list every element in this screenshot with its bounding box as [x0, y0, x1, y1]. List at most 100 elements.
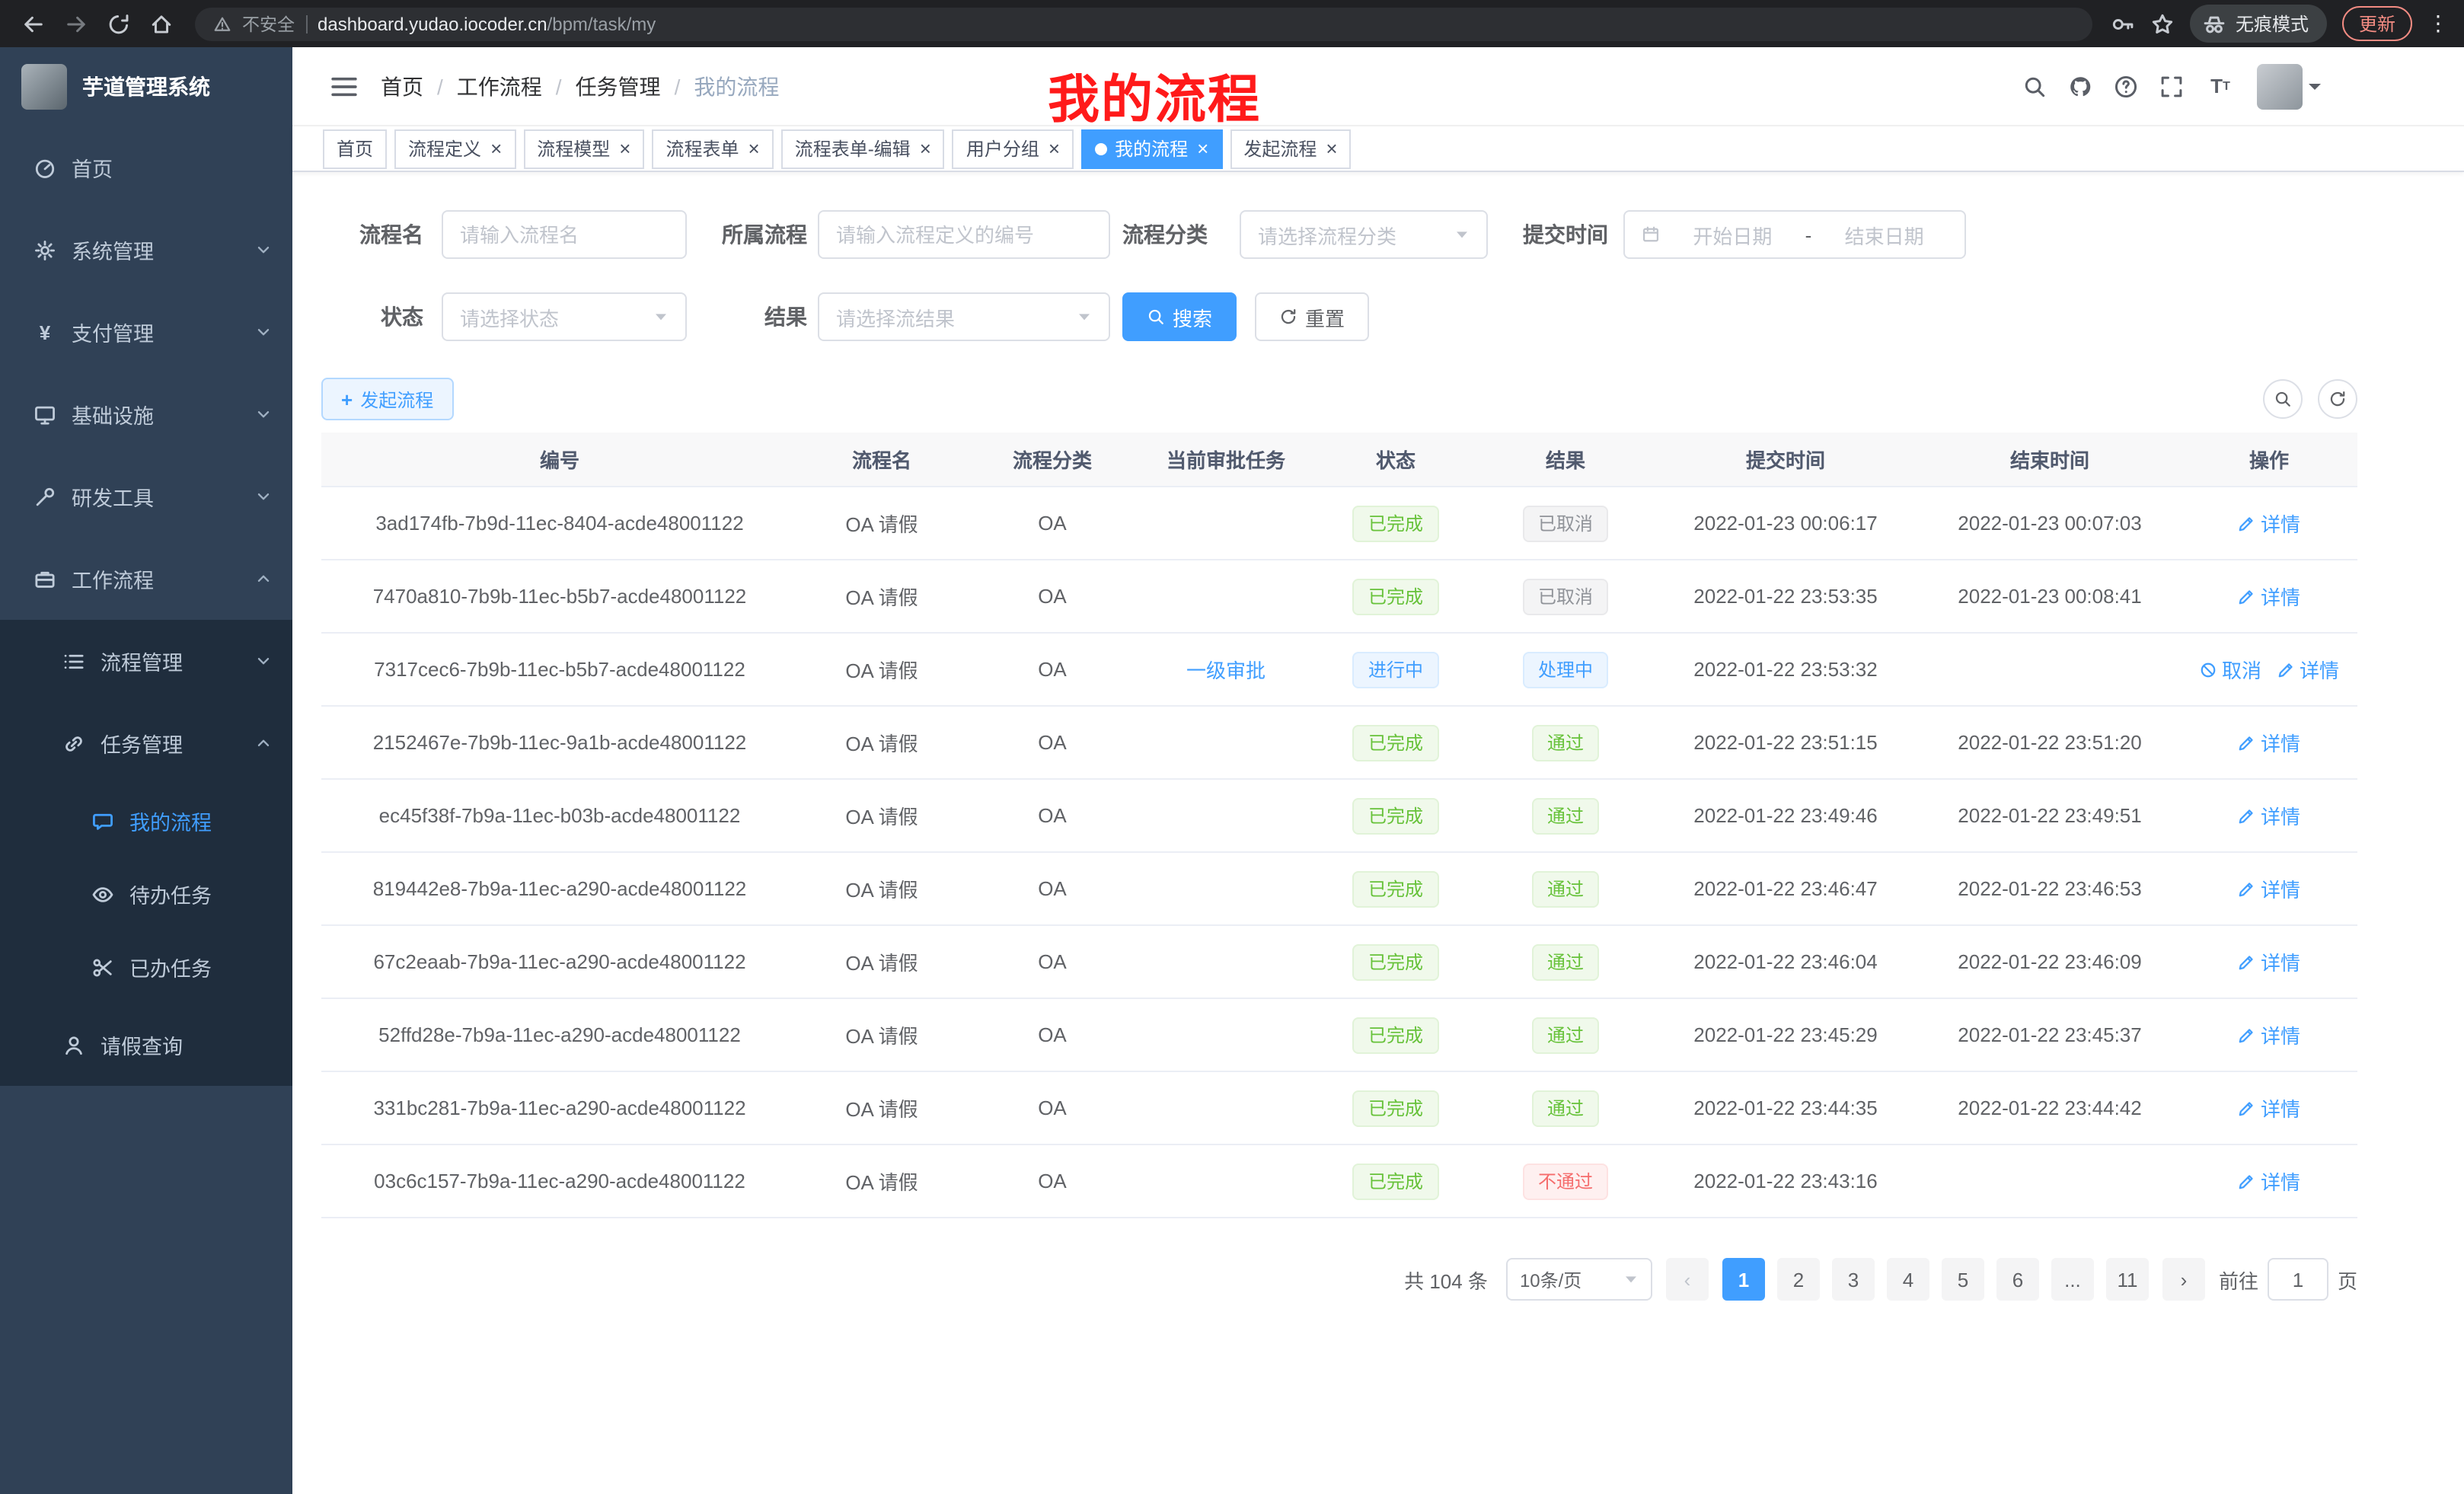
tab-5[interactable]: 用户分组× — [953, 129, 1074, 168]
sidebar-item-system[interactable]: 系统管理 — [0, 209, 292, 291]
close-icon[interactable]: × — [748, 139, 760, 158]
font-size-icon[interactable]: TT — [2205, 74, 2236, 98]
page-button-6[interactable]: 6 — [1996, 1258, 2039, 1301]
cell-category: OA — [965, 1097, 1139, 1119]
tab-2[interactable]: 流程模型× — [523, 129, 644, 168]
sidebar-item-home[interactable]: 首页 — [0, 126, 292, 209]
parent-process-input[interactable] — [836, 223, 1092, 246]
sidebar-item-task-mgmt[interactable]: 任务管理 — [0, 702, 292, 784]
goto-page-input[interactable] — [2268, 1258, 2328, 1301]
reset-button[interactable]: 重置 — [1255, 292, 1369, 341]
close-icon[interactable]: × — [1048, 139, 1060, 158]
tab-3[interactable]: 流程表单× — [652, 129, 773, 168]
table-row: 331bc281-7b9a-11ec-a290-acde48001122OA 请… — [321, 1072, 2357, 1145]
page-ellipsis[interactable]: ... — [2051, 1258, 2094, 1301]
sidebar-item-infra[interactable]: 基础设施 — [0, 373, 292, 455]
close-icon[interactable]: × — [619, 139, 630, 158]
user-avatar[interactable] — [2257, 63, 2321, 109]
breadcrumb-item[interactable]: 任务管理 — [576, 71, 661, 101]
detail-link[interactable]: 详情 — [2238, 1020, 2300, 1049]
github-icon[interactable] — [2068, 74, 2092, 98]
close-icon[interactable]: × — [920, 139, 931, 158]
detail-link[interactable]: 详情 — [2277, 655, 2339, 684]
breadcrumb-item[interactable]: 首页 — [381, 71, 423, 101]
monitor-icon — [34, 403, 56, 426]
detail-link[interactable]: 详情 — [2238, 874, 2300, 903]
password-manager-icon[interactable] — [2111, 11, 2135, 36]
detail-link[interactable]: 详情 — [2238, 1093, 2300, 1122]
close-icon[interactable]: × — [490, 139, 502, 158]
page-button-1[interactable]: 1 — [1722, 1258, 1765, 1301]
breadcrumb-item[interactable]: 工作流程 — [457, 71, 542, 101]
detail-link[interactable]: 详情 — [2238, 801, 2300, 830]
create-process-button[interactable]: + 发起流程 — [321, 378, 453, 420]
sidebar-item-devtools[interactable]: 研发工具 — [0, 455, 292, 538]
sidebar-item-process-mgmt[interactable]: 流程管理 — [0, 620, 292, 702]
cell-status: 已完成 — [1313, 1090, 1479, 1126]
close-icon[interactable]: × — [1326, 139, 1337, 158]
current-task-link[interactable]: 一级审批 — [1186, 655, 1266, 684]
bookmark-star-icon[interactable] — [2150, 11, 2175, 36]
detail-link[interactable]: 详情 — [2238, 509, 2300, 538]
security-label[interactable]: 不安全 — [242, 11, 295, 36]
submit-time-range[interactable]: 开始日期 - 结束日期 — [1623, 210, 1966, 259]
cancel-link[interactable]: 取消 — [2199, 655, 2261, 684]
close-icon[interactable]: × — [1197, 139, 1208, 158]
fullscreen-icon[interactable] — [2159, 74, 2184, 98]
incognito-badge: 无痕模式 — [2190, 5, 2327, 43]
page-button-11[interactable]: 11 — [2106, 1258, 2149, 1301]
search-icon[interactable] — [2022, 74, 2047, 98]
hamburger-icon[interactable] — [329, 74, 359, 98]
refresh-table-button[interactable] — [2318, 379, 2357, 419]
sidebar-item-leave-query[interactable]: 请假查询 — [0, 1004, 292, 1086]
category-select[interactable]: 请选择流程分类 — [1240, 210, 1488, 259]
sidebar-item-payment[interactable]: ¥支付管理 — [0, 291, 292, 373]
briefcase-icon — [34, 567, 56, 590]
page-size-select[interactable]: 10条/页 — [1506, 1258, 1652, 1301]
eye-icon — [91, 883, 114, 905]
page-button-4[interactable]: 4 — [1887, 1258, 1929, 1301]
page-button-3[interactable]: 3 — [1832, 1258, 1875, 1301]
scissors-icon — [91, 956, 114, 978]
toggle-search-button[interactable] — [2263, 379, 2303, 419]
tab-0[interactable]: 首页 — [323, 129, 387, 168]
process-name-input[interactable] — [460, 223, 669, 246]
tab-4[interactable]: 流程表单-编辑× — [781, 129, 945, 168]
browser-menu-button[interactable]: ⋮ — [2427, 11, 2449, 37]
detail-link[interactable]: 详情 — [2238, 728, 2300, 757]
page-button-5[interactable]: 5 — [1942, 1258, 1984, 1301]
app-logo[interactable]: 芋道管理系统 — [0, 47, 292, 126]
cell-status: 已完成 — [1313, 797, 1479, 834]
prev-page-button[interactable]: ‹ — [1666, 1258, 1709, 1301]
tab-7[interactable]: 发起流程× — [1230, 129, 1351, 168]
help-icon[interactable] — [2114, 74, 2138, 98]
result-select[interactable]: 请选择流结果 — [818, 292, 1110, 341]
cell-category: OA — [965, 804, 1139, 827]
sidebar-item-done-task[interactable]: 已办任务 — [0, 931, 292, 1004]
browser-update-button[interactable]: 更新 — [2342, 6, 2412, 41]
cell-submit-time: 2022-01-22 23:51:15 — [1652, 731, 1919, 754]
cell-end-time: 2022-01-22 23:45:37 — [1919, 1023, 2181, 1046]
navbar-actions: TT — [2022, 63, 2440, 109]
status-select[interactable]: 请选择状态 — [442, 292, 687, 341]
tab-6[interactable]: 我的流程× — [1081, 129, 1222, 168]
chevron-down-icon — [1454, 227, 1470, 242]
sidebar-item-todo-task[interactable]: 待办任务 — [0, 857, 292, 931]
back-button[interactable] — [15, 5, 52, 42]
cell-category: OA — [965, 877, 1139, 900]
detail-link[interactable]: 详情 — [2238, 582, 2300, 611]
search-icon — [1147, 308, 1165, 326]
sidebar-item-workflow[interactable]: 工作流程 — [0, 538, 292, 620]
search-button[interactable]: 搜索 — [1122, 292, 1237, 341]
reload-button[interactable] — [101, 5, 137, 42]
next-page-button[interactable]: › — [2162, 1258, 2205, 1301]
link-icon — [62, 732, 85, 755]
detail-link[interactable]: 详情 — [2238, 947, 2300, 976]
tab-1[interactable]: 流程定义× — [394, 129, 515, 168]
forward-button[interactable] — [58, 5, 94, 42]
sidebar-item-my-process[interactable]: 我的流程 — [0, 784, 292, 857]
page-button-2[interactable]: 2 — [1777, 1258, 1820, 1301]
home-button[interactable] — [143, 5, 180, 42]
detail-link[interactable]: 详情 — [2238, 1167, 2300, 1196]
address-bar[interactable]: 不安全 dashboard.yudao.iocoder.cn/bpm/task/… — [195, 7, 2092, 40]
